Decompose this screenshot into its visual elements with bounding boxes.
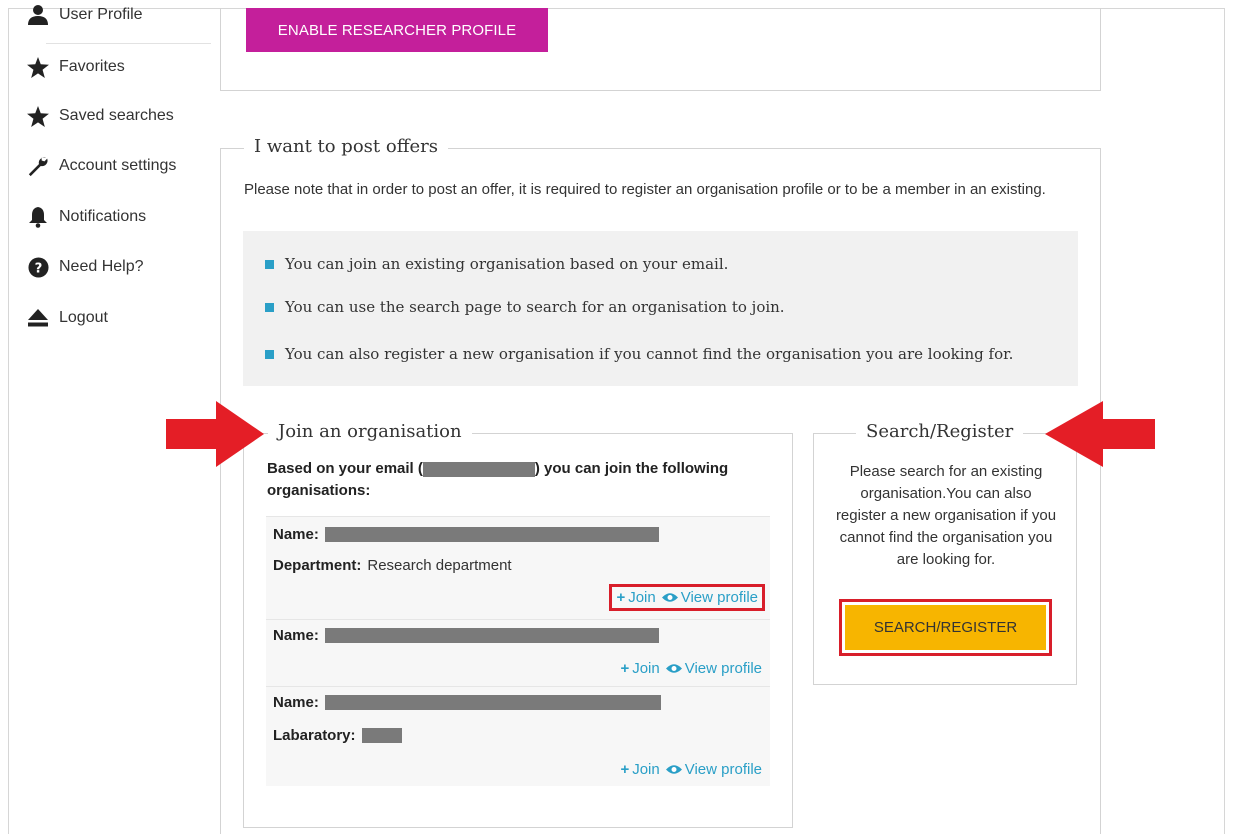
sidebar-item-need-help[interactable]: ? Need Help? bbox=[26, 256, 144, 278]
join-button[interactable]: + Join bbox=[616, 589, 655, 606]
post-offers-legend: I want to post offers bbox=[244, 136, 448, 157]
sidebar-divider bbox=[46, 43, 211, 44]
org-name-label: Name: bbox=[273, 526, 319, 543]
search-register-highlight: SEARCH/REGISTER bbox=[839, 599, 1052, 656]
plus-icon: + bbox=[620, 660, 630, 677]
org-actions: + Join View profile bbox=[620, 761, 762, 778]
bullet-text: You can use the search page to search fo… bbox=[285, 298, 785, 316]
redacted-org-name bbox=[324, 527, 659, 542]
star-icon bbox=[26, 105, 50, 127]
right-arrow-icon bbox=[166, 401, 264, 467]
bullet-square-icon bbox=[265, 349, 274, 359]
view-profile-link[interactable]: View profile bbox=[665, 761, 762, 778]
researcher-panel: ENABLE RESEARCHER PROFILE bbox=[220, 8, 1101, 91]
enable-researcher-profile-button[interactable]: ENABLE RESEARCHER PROFILE bbox=[246, 8, 548, 52]
join-button[interactable]: + Join bbox=[620, 660, 659, 677]
sidebar-item-label: Favorites bbox=[59, 58, 125, 75]
view-profile-link[interactable]: View profile bbox=[661, 589, 758, 606]
wrench-icon bbox=[26, 155, 50, 177]
eye-icon bbox=[665, 663, 682, 674]
sidebar-item-account-settings[interactable]: Account settings bbox=[26, 155, 176, 177]
list-item: You can also register a new organisation… bbox=[265, 345, 1013, 363]
search-register-section: Search/Register Please search for an exi… bbox=[813, 421, 1077, 685]
org-department-value: Research department bbox=[367, 557, 512, 574]
redacted-org-name bbox=[324, 628, 659, 643]
sidebar-item-label: Notifications bbox=[59, 208, 147, 225]
join-organisation-legend: Join an organisation bbox=[268, 421, 472, 442]
org-name-row: Name: bbox=[273, 627, 659, 644]
svg-text:?: ? bbox=[34, 261, 42, 276]
list-item: You can join an existing organisation ba… bbox=[265, 255, 728, 273]
plus-icon: + bbox=[616, 589, 626, 606]
org-department-label: Department: bbox=[273, 557, 362, 574]
bullet-square-icon bbox=[265, 302, 274, 312]
eye-icon bbox=[665, 764, 682, 775]
search-register-button[interactable]: SEARCH/REGISTER bbox=[845, 605, 1046, 650]
join-intro-prefix: Based on your email ( bbox=[267, 460, 423, 477]
redacted-org-name bbox=[324, 695, 661, 710]
bell-icon bbox=[26, 206, 50, 228]
bullet-text: You can also register a new organisation… bbox=[285, 345, 1014, 363]
info-box: You can join an existing organisation ba… bbox=[243, 231, 1078, 386]
search-register-text: Please search for an existing organisati… bbox=[835, 463, 1057, 568]
star-icon bbox=[26, 56, 50, 78]
org-laboratory-label: Labaratory: bbox=[273, 727, 356, 744]
bullet-text: You can join an existing organisation ba… bbox=[285, 255, 729, 273]
search-register-legend: Search/Register bbox=[856, 421, 1024, 442]
join-label: Join bbox=[632, 761, 660, 778]
org-list-item: Name: Labaratory: + Join View profile bbox=[266, 686, 770, 786]
left-arrow-icon bbox=[1045, 401, 1155, 467]
user-icon bbox=[26, 4, 50, 26]
org-actions: + Join View profile bbox=[620, 660, 762, 677]
view-profile-label: View profile bbox=[680, 589, 758, 606]
sidebar-item-label: Account settings bbox=[59, 157, 177, 174]
redacted-laboratory bbox=[361, 728, 402, 743]
sidebar-item-notifications[interactable]: Notifications bbox=[26, 206, 146, 228]
join-intro: Based on your email () you can join the … bbox=[267, 458, 787, 502]
post-offers-note: Please note that in order to post an off… bbox=[244, 181, 1046, 198]
sidebar-item-label: Need Help? bbox=[59, 258, 144, 275]
eye-icon bbox=[661, 592, 678, 603]
sidebar-item-saved-searches[interactable]: Saved searches bbox=[26, 105, 174, 127]
org-extra-row: Labaratory: bbox=[273, 727, 402, 744]
view-profile-label: View profile bbox=[684, 660, 762, 677]
sidebar-item-favorites[interactable]: Favorites bbox=[26, 56, 125, 78]
plus-icon: + bbox=[620, 761, 630, 778]
org-list-item: Name: + Join View profile bbox=[266, 619, 770, 686]
org-name-label: Name: bbox=[273, 627, 319, 644]
list-item: You can use the search page to search fo… bbox=[265, 298, 785, 316]
sidebar-item-label: Saved searches bbox=[59, 107, 174, 124]
sidebar-item-user-profile[interactable]: User Profile bbox=[26, 4, 143, 26]
view-profile-label: View profile bbox=[684, 761, 762, 778]
sidebar-item-label: User Profile bbox=[59, 6, 143, 23]
eject-icon bbox=[26, 307, 50, 329]
org-name-label: Name: bbox=[273, 694, 319, 711]
join-organisation-section: Join an organisation Based on your email… bbox=[243, 421, 793, 828]
redacted-email bbox=[422, 461, 535, 477]
sidebar-item-label: Logout bbox=[59, 309, 108, 326]
sidebar-item-logout[interactable]: Logout bbox=[26, 307, 108, 329]
join-label: Join bbox=[632, 660, 660, 677]
view-profile-link[interactable]: View profile bbox=[665, 660, 762, 677]
question-circle-icon: ? bbox=[26, 256, 50, 278]
org-extra-row: Department: Research department bbox=[273, 557, 512, 574]
org-name-row: Name: bbox=[273, 526, 659, 543]
join-label: Join bbox=[628, 589, 656, 606]
org-actions: + Join View profile bbox=[609, 584, 765, 611]
bullet-square-icon bbox=[265, 259, 274, 269]
org-name-row: Name: bbox=[273, 694, 661, 711]
join-button[interactable]: + Join bbox=[620, 761, 659, 778]
org-list-item: Name: Department: Research department + J… bbox=[266, 516, 770, 619]
